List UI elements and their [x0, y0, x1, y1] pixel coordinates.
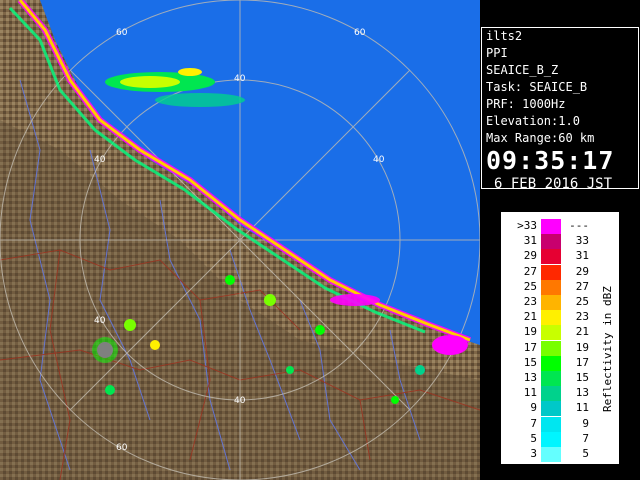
legend-upper-bound: 29	[575, 264, 589, 278]
legend-lower-bound: 15	[523, 355, 537, 369]
svg-text:40: 40	[234, 396, 246, 406]
legend-upper-bound: 23	[575, 310, 589, 324]
legend-row: 31 33	[501, 234, 619, 250]
legend-lower-bound: 21	[523, 310, 537, 324]
legend-upper-bound: 15	[575, 371, 589, 384]
radar-info-panel: ilts2 PPI SEAICE_B_Z Task: SEAICE_B PRF:…	[481, 27, 639, 192]
legend-upper-bound: 17	[575, 355, 589, 369]
svg-text:60: 60	[354, 28, 366, 38]
legend-lower-bound: 5	[530, 431, 537, 445]
station-name: ilts2	[486, 29, 523, 43]
legend-color-swatch	[541, 325, 561, 341]
legend-row: 29 31	[501, 249, 619, 265]
legend-upper-bound: 25	[575, 295, 589, 308]
legend-upper-bound: 21	[575, 325, 589, 339]
legend-upper-bound: 5	[582, 447, 589, 460]
product-name: SEAICE_B_Z	[486, 63, 559, 77]
legend-row: >33 ---	[501, 219, 619, 234]
radar-ppi-map[interactable]: 60 60 40 40 40 40 40 60	[0, 0, 480, 480]
legend-lower-bound: 7	[530, 416, 537, 430]
scan-mode: PPI	[486, 46, 508, 60]
svg-text:60: 60	[116, 28, 128, 38]
prf-value: PRF: 1000Hz	[486, 97, 566, 111]
legend-color-swatch	[541, 355, 561, 371]
svg-text:Reflectivity in dBZ: Reflectivity in dBZ	[601, 286, 614, 412]
legend-upper-bound: 13	[575, 386, 589, 400]
legend-color-swatch	[541, 295, 561, 310]
elevation-value: Elevation:1.0	[486, 114, 580, 128]
legend-lower-bound: 29	[523, 249, 537, 263]
range-rings	[0, 0, 480, 480]
legend-color-swatch	[541, 219, 561, 234]
legend-color-swatch	[541, 279, 561, 295]
legend-lower-bound: 11	[523, 386, 537, 400]
legend-lower-bound: >33	[517, 219, 537, 232]
scan-date: 6 FEB 2016 JST	[494, 176, 613, 192]
legend-unit-label: Reflectivity in dBZ	[591, 272, 621, 422]
legend-color-swatch	[541, 371, 561, 386]
legend-lower-bound: 19	[523, 325, 537, 339]
legend-color-swatch	[541, 447, 561, 462]
legend-lower-bound: 3	[530, 447, 537, 460]
scan-time: 09:35:17	[486, 146, 615, 175]
svg-text:60: 60	[116, 443, 128, 453]
legend-upper-bound: 7	[582, 431, 589, 445]
legend-color-swatch	[541, 386, 561, 402]
legend-color-swatch	[541, 249, 561, 265]
svg-text:40: 40	[94, 316, 106, 326]
legend-row: 35	[501, 447, 619, 462]
legend-color-swatch	[541, 234, 561, 250]
svg-text:40: 40	[234, 74, 246, 84]
legend-color-swatch	[541, 340, 561, 356]
legend-color-swatch	[541, 401, 561, 417]
legend-lower-bound: 23	[523, 295, 537, 308]
legend-upper-bound: 31	[575, 249, 589, 263]
legend-upper-bound: 9	[582, 416, 589, 430]
legend-lower-bound: 17	[523, 340, 537, 354]
svg-text:40: 40	[373, 155, 385, 165]
legend-lower-bound: 31	[523, 234, 537, 248]
reflectivity-legend: >33 --- 31 33 29 31 27 29 25 27 23 25 21 23 19 21 17 19 15…	[500, 211, 620, 465]
legend-upper-bound: 27	[575, 279, 589, 293]
legend-color-swatch	[541, 431, 561, 447]
legend-upper-bound: ---	[569, 219, 589, 232]
legend-lower-bound: 25	[523, 279, 537, 293]
svg-text:40: 40	[94, 155, 106, 165]
legend-color-swatch	[541, 264, 561, 280]
task-name: Task: SEAICE_B	[486, 80, 588, 94]
legend-lower-bound: 13	[523, 371, 537, 384]
legend-color-swatch	[541, 310, 561, 326]
max-range-value: Max Range:60 km	[486, 131, 595, 145]
legend-upper-bound: 19	[575, 340, 589, 354]
legend-lower-bound: 9	[530, 401, 537, 415]
legend-color-swatch	[541, 416, 561, 432]
legend-lower-bound: 27	[523, 264, 537, 278]
legend-upper-bound: 33	[575, 234, 589, 248]
legend-upper-bound: 11	[575, 401, 589, 415]
legend-row: 57	[501, 431, 619, 447]
